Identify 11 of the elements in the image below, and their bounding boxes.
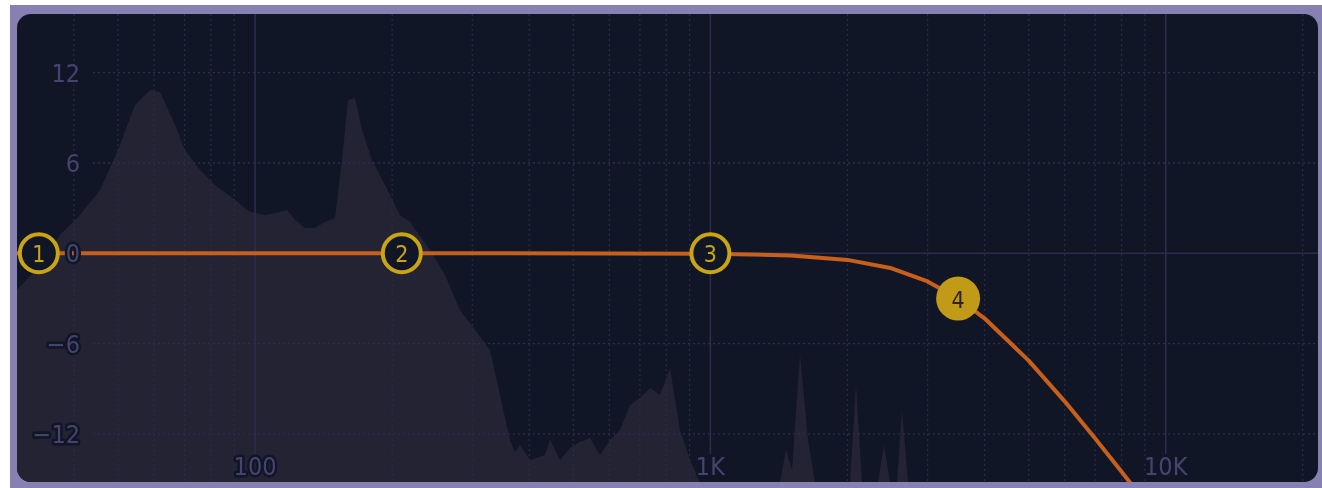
axis-label: −6	[46, 329, 80, 359]
axis-label: 6	[65, 149, 80, 178]
band-handle[interactable]: 4	[936, 276, 981, 321]
axis-label: 1K	[695, 452, 725, 481]
axis-label: 12	[51, 58, 80, 88]
axis-label: 10K	[1144, 452, 1188, 481]
axis-label: −12	[32, 419, 80, 449]
band-handle[interactable]: 3	[689, 232, 732, 275]
axis-label: 100	[233, 452, 277, 481]
band-handle[interactable]: 1	[17, 232, 60, 275]
band-handle[interactable]: 2	[380, 232, 423, 275]
